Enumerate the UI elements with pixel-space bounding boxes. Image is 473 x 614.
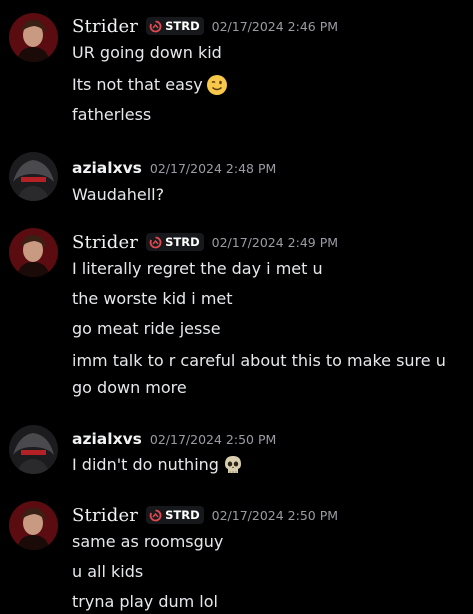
avatar-portrait-icon bbox=[9, 13, 58, 62]
avatar[interactable] bbox=[9, 425, 58, 474]
server-tag[interactable]: STRD bbox=[146, 17, 204, 35]
avatar[interactable] bbox=[9, 501, 58, 550]
message-text: I didn't do nuthing bbox=[72, 455, 219, 474]
avatar-portrait-icon bbox=[9, 228, 58, 277]
message-text: Its not that easy bbox=[72, 75, 203, 94]
tag-badge-icon bbox=[149, 509, 162, 521]
message-line: go meat ride jesse bbox=[72, 319, 221, 338]
message-header: Strider STRD 02/17/2024 2:50 PM bbox=[72, 502, 338, 528]
timestamp: 02/17/2024 2:48 PM bbox=[149, 160, 277, 176]
message-header: azialxvs 02/17/2024 2:50 PM bbox=[72, 426, 276, 452]
message-header: Strider STRD 02/17/2024 2:46 PM bbox=[72, 13, 338, 39]
avatar[interactable] bbox=[9, 152, 58, 201]
server-tag[interactable]: STRD bbox=[146, 506, 204, 524]
username[interactable]: azialxvs bbox=[72, 430, 142, 448]
timestamp: 02/17/2024 2:50 PM bbox=[211, 507, 339, 523]
message-line: the worste kid i met bbox=[72, 289, 233, 308]
message-line: I didn't do nuthing bbox=[72, 454, 244, 476]
username[interactable]: Strider bbox=[72, 232, 138, 253]
avatar[interactable] bbox=[9, 228, 58, 277]
message-line: same as roomsguy bbox=[72, 532, 224, 551]
avatar-portrait-icon bbox=[9, 152, 58, 201]
message-line: Its not that easy bbox=[72, 74, 228, 96]
message-header: azialxvs 02/17/2024 2:48 PM bbox=[72, 155, 276, 181]
timestamp: 02/17/2024 2:46 PM bbox=[211, 18, 339, 34]
username[interactable]: Strider bbox=[72, 505, 138, 526]
avatar[interactable] bbox=[9, 13, 58, 62]
winking-face-emoji-icon bbox=[206, 74, 228, 96]
timestamp: 02/17/2024 2:49 PM bbox=[211, 234, 339, 250]
tag-badge-icon bbox=[149, 236, 162, 248]
tag-badge-icon bbox=[149, 20, 162, 32]
message-line: go down more bbox=[72, 378, 187, 397]
username[interactable]: azialxvs bbox=[72, 159, 142, 177]
message-line: tryna play dum lol bbox=[72, 592, 218, 611]
message-line: u all kids bbox=[72, 562, 144, 581]
server-tag[interactable]: STRD bbox=[146, 233, 204, 251]
message-header: Strider STRD 02/17/2024 2:49 PM bbox=[72, 229, 338, 255]
message-line: Waudahell? bbox=[72, 185, 165, 204]
avatar-portrait-icon bbox=[9, 425, 58, 474]
avatar-portrait-icon bbox=[9, 501, 58, 550]
message-line: imm talk to r careful about this to make… bbox=[72, 351, 446, 370]
message-line: fatherless bbox=[72, 105, 152, 124]
message-line: I literally regret the day i met u bbox=[72, 259, 323, 278]
username[interactable]: Strider bbox=[72, 16, 138, 37]
timestamp: 02/17/2024 2:50 PM bbox=[149, 431, 277, 447]
skull-emoji-icon bbox=[222, 454, 244, 476]
message-line: UR going down kid bbox=[72, 43, 222, 62]
